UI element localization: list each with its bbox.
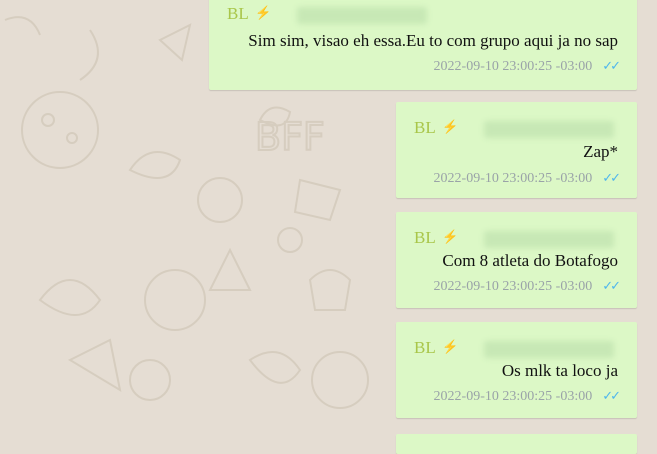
lightning-icon: ⚡ — [442, 339, 459, 354]
message-text: Sim sim, visao eh essa.Eu to com grupo a… — [248, 31, 618, 50]
double-check-icon: ✓✓ — [602, 58, 621, 73]
lightning-icon: ⚡ — [255, 5, 272, 20]
svg-text:BFF: BFF — [255, 115, 325, 159]
lightning-icon: ⚡ — [442, 229, 459, 244]
message-meta: 2022-09-10 23:00:25 -03:00 ✓✓ — [433, 170, 621, 187]
redacted-phone-number — [484, 341, 614, 358]
lightning-icon: ⚡ — [442, 119, 459, 134]
redacted-phone-number — [484, 121, 614, 138]
message-bubble[interactable] — [396, 434, 637, 454]
message-bubble[interactable]: BL ⚡ Sim sim, visao eh essa.Eu to com gr… — [209, 0, 637, 90]
timestamp: 2022-09-10 23:00:25 -03:00 — [433, 279, 593, 294]
redacted-phone-number — [297, 7, 427, 24]
message-bubble[interactable]: BL ⚡ Zap* 2022-09-10 23:00:25 -03:00 ✓✓ — [396, 102, 637, 198]
redacted-phone-number — [484, 231, 614, 248]
message-meta: 2022-09-10 23:00:25 -03:00 ✓✓ — [433, 58, 621, 75]
timestamp: 2022-09-10 23:00:25 -03:00 — [433, 59, 593, 74]
message-text: Com 8 atleta do Botafogo — [442, 251, 618, 270]
message-bubble[interactable]: BL ⚡ Os mlk ta loco ja 2022-09-10 23:00:… — [396, 322, 637, 418]
double-check-icon: ✓✓ — [602, 278, 621, 293]
double-check-icon: ✓✓ — [602, 170, 621, 185]
double-check-icon: ✓✓ — [602, 388, 621, 403]
message-meta: 2022-09-10 23:00:25 -03:00 ✓✓ — [433, 388, 621, 405]
sender-name: BL — [414, 228, 436, 247]
message-meta: 2022-09-10 23:00:25 -03:00 ✓✓ — [433, 278, 621, 295]
sender-name: BL — [414, 338, 436, 357]
sender-name: BL — [414, 118, 436, 137]
message-text: Os mlk ta loco ja — [501, 361, 618, 380]
sender-name: BL — [227, 4, 249, 23]
message-bubble[interactable]: BL ⚡ Com 8 atleta do Botafogo 2022-09-10… — [396, 212, 637, 308]
timestamp: 2022-09-10 23:00:25 -03:00 — [433, 171, 593, 186]
timestamp: 2022-09-10 23:00:25 -03:00 — [433, 389, 593, 404]
message-text: Zap* — [583, 142, 618, 161]
